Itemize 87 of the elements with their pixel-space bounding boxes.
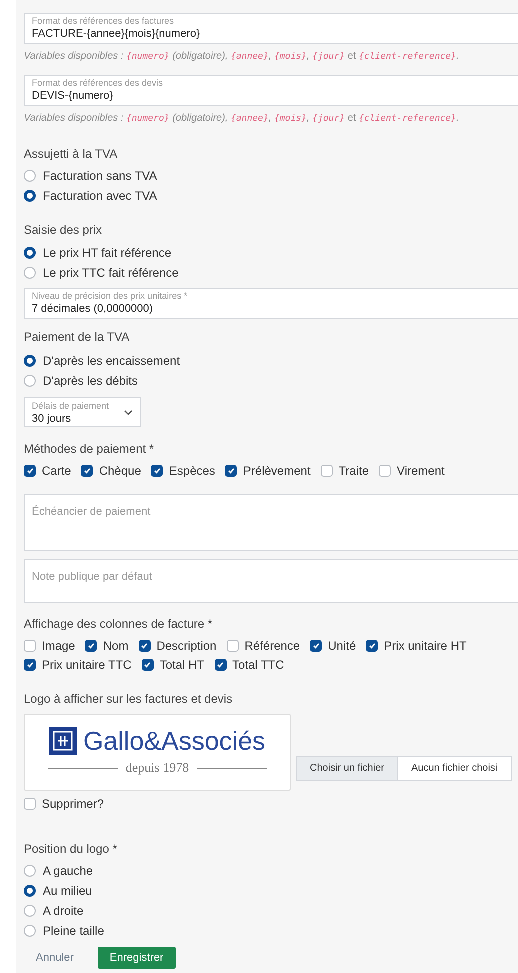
radio-button[interactable]	[24, 170, 36, 182]
cancel-link[interactable]: Annuler	[24, 947, 86, 969]
help-text: Variables disponibles : {numero} (obligatoire), {annee}, {mois}, {jour} et {client-reference}.	[24, 50, 460, 64]
checkbox-label: Prix unitaire HT	[384, 638, 467, 654]
company-name: Gallo&Associés	[83, 728, 266, 754]
radio-label: D'après les encaissement	[43, 353, 180, 370]
checkbox[interactable]	[24, 464, 36, 476]
radio-button[interactable]	[24, 190, 36, 202]
section-label: Méthodes de paiement *	[24, 441, 156, 458]
checkbox-label: Traite	[338, 462, 370, 480]
text-field[interactable]: Format des références des factures FACTURE-{annee}{mois}{numero}	[24, 13, 518, 44]
radio-button[interactable]	[24, 885, 36, 897]
section-label: Affichage des colonnes de facture *	[24, 616, 214, 633]
checkbox-label: Prélèvement	[243, 462, 311, 480]
checkbox[interactable]	[225, 464, 238, 476]
radio-label: D'après les débits	[43, 373, 138, 390]
precision-select[interactable]: Niveau de précision des prix unitaires * 7 décimales (0,0000000)	[24, 288, 518, 319]
radio-label: Au milieu	[43, 883, 92, 900]
choose-file-button[interactable]: Choisir un fichier	[297, 757, 398, 780]
section-label: Saisie des prix	[24, 222, 104, 239]
radio-label: Pleine taille	[43, 923, 104, 940]
radio-label: A gauche	[43, 863, 94, 880]
checkbox-label: Chèque	[99, 462, 142, 480]
checkbox[interactable]	[142, 658, 154, 670]
checkbox-label: Virement	[397, 462, 445, 480]
checkbox-label: Nom	[103, 638, 129, 654]
text-field[interactable]: Format des références des devis DEVIS-{numero}	[24, 74, 518, 106]
check-icon	[88, 642, 95, 648]
checkbox-label: Prix unitaire TTC	[42, 656, 132, 674]
radio-label: Le prix HT fait référence	[43, 245, 172, 262]
checkbox-label: Total TTC	[232, 656, 284, 674]
check-icon	[26, 468, 34, 474]
monogram-icon	[49, 727, 78, 756]
help-text: Variables disponibles : {numero} (obligatoire), {annee}, {mois}, {jour} et {client-reference}.	[24, 112, 460, 126]
checkbox[interactable]	[24, 640, 36, 652]
checkbox[interactable]	[24, 658, 36, 670]
radio-button[interactable]	[24, 375, 36, 387]
section-label: Assujetti à la TVA	[24, 146, 119, 163]
radio-button[interactable]	[24, 865, 36, 877]
checkbox[interactable]	[81, 464, 94, 476]
section-label: Logo à afficher sur les factures et devis	[24, 691, 234, 708]
check-icon	[368, 642, 376, 648]
radio-label: Facturation sans TVA	[43, 168, 158, 185]
checkbox[interactable]	[24, 798, 36, 810]
checkbox[interactable]	[85, 640, 98, 652]
public-note-field[interactable]: Note publique par défaut	[24, 559, 518, 603]
checkbox-label: Carte	[42, 462, 72, 480]
radio-button[interactable]	[24, 905, 36, 917]
checkbox[interactable]	[138, 640, 151, 652]
checkbox-label: Supprimer?	[42, 796, 104, 812]
payment-terms-select[interactable]: Délais de paiement 30 jours	[24, 397, 141, 427]
checkbox[interactable]	[214, 658, 226, 670]
checkbox-label: Description	[156, 638, 217, 654]
checkbox-label: Unité	[328, 638, 356, 654]
radio-button[interactable]	[24, 925, 36, 937]
radio-label: Facturation avec TVA	[43, 188, 158, 205]
checkbox[interactable]	[151, 464, 164, 476]
checkbox-label: Image	[42, 638, 76, 654]
checkbox-label: Référence	[244, 638, 300, 654]
checkbox[interactable]	[310, 640, 322, 652]
section-label: Position du logo *	[24, 841, 118, 858]
checkbox[interactable]	[226, 640, 239, 652]
check-icon	[141, 642, 148, 648]
checkbox[interactable]	[366, 640, 378, 652]
section-label: Paiement de la TVA	[24, 329, 131, 346]
chevron-down-icon	[124, 410, 133, 416]
check-icon	[144, 662, 152, 668]
radio-button[interactable]	[24, 247, 36, 259]
checkbox[interactable]	[379, 464, 392, 476]
payment-schedule-field[interactable]: Échéancier de paiement	[24, 494, 518, 551]
check-icon	[84, 468, 91, 474]
checkbox-label: Espèces	[169, 462, 216, 480]
check-icon	[26, 662, 34, 668]
radio-label: Le prix TTC fait référence	[43, 265, 179, 282]
company-tagline: depuis 1978	[126, 759, 190, 778]
radio-button[interactable]	[24, 355, 36, 367]
check-icon	[154, 468, 161, 474]
save-button[interactable]: Enregistrer	[98, 947, 176, 969]
check-icon	[217, 662, 224, 668]
checkbox-label: Total HT	[160, 656, 204, 674]
radio-button[interactable]	[24, 267, 36, 279]
file-field[interactable]: Choisir un fichier Aucun fichier choisi	[296, 756, 512, 781]
radio-label: A droite	[43, 903, 84, 920]
check-icon	[312, 642, 320, 648]
check-icon	[228, 468, 235, 474]
checkbox[interactable]	[320, 464, 333, 476]
file-status: Aucun fichier choisi	[398, 757, 511, 780]
